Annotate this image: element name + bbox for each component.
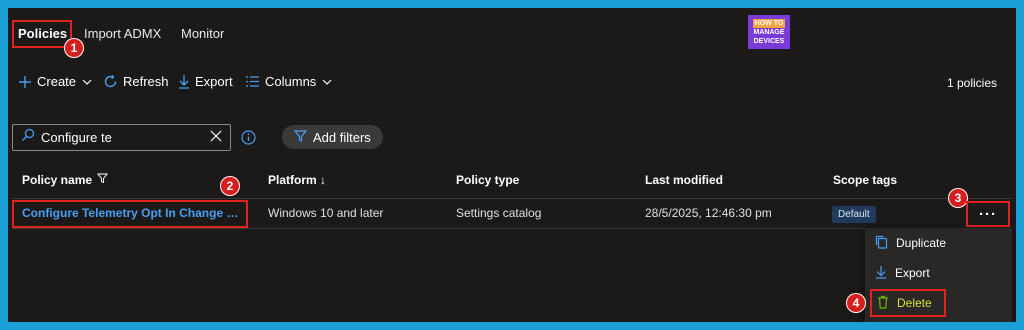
columns-button[interactable]: Columns <box>245 74 333 89</box>
download-icon <box>178 74 190 89</box>
step-3-badge: 3 <box>948 188 968 208</box>
column-header-scope-tags[interactable]: Scope tags <box>833 173 897 187</box>
plus-icon <box>18 75 32 89</box>
scope-tag-badge: Default <box>832 206 876 223</box>
more-actions-button[interactable]: ··· <box>966 201 1010 227</box>
search-input[interactable] <box>41 130 191 145</box>
column-header-policy-type[interactable]: Policy type <box>456 173 519 187</box>
create-label: Create <box>37 74 77 89</box>
step-4-badge: 4 <box>846 293 866 313</box>
export-menu-label: Export <box>895 266 930 280</box>
export-button[interactable]: Export <box>178 74 233 89</box>
policy-name-header-label: Policy name <box>22 173 93 187</box>
context-menu: Duplicate Export Delete <box>865 228 1012 322</box>
delete-label: Delete <box>897 296 932 310</box>
header-divider <box>12 198 1012 199</box>
cell-platform: Windows 10 and later <box>268 206 384 220</box>
chevron-down-icon <box>321 76 333 88</box>
duplicate-icon <box>875 235 888 252</box>
column-header-policy-name[interactable]: Policy name <box>22 173 109 187</box>
tab-import-admx[interactable]: Import ADMX <box>84 26 161 41</box>
htmd-logo: HOW TO MANAGE DEVICES <box>748 15 790 49</box>
export-label: Export <box>195 74 233 89</box>
columns-icon <box>245 75 260 88</box>
logo-line-2: MANAGE <box>753 28 785 36</box>
refresh-button[interactable]: Refresh <box>103 74 169 89</box>
clear-icon[interactable] <box>210 129 222 147</box>
info-icon[interactable] <box>241 130 256 150</box>
search-box[interactable] <box>12 124 231 151</box>
trash-icon <box>877 295 889 312</box>
policy-name-link[interactable]: Configure Telemetry Opt In Change Notifi… <box>22 206 244 220</box>
step-2-badge: 2 <box>220 176 240 196</box>
logo-line-3: DEVICES <box>753 37 785 45</box>
column-header-last-modified[interactable]: Last modified <box>645 173 723 187</box>
filter-icon <box>97 173 109 187</box>
policies-panel: Policies 1 Import ADMX Monitor HOW TO MA… <box>8 8 1016 322</box>
add-filters-label: Add filters <box>313 129 371 145</box>
refresh-label: Refresh <box>123 74 169 89</box>
menu-item-delete[interactable]: Delete <box>870 289 946 317</box>
tab-policies[interactable]: Policies <box>18 26 67 41</box>
cell-last-modified: 28/5/2025, 12:46:30 pm <box>645 206 772 220</box>
add-filters-button[interactable]: Add filters <box>282 125 383 149</box>
duplicate-label: Duplicate <box>896 236 947 250</box>
chevron-down-icon <box>81 76 93 88</box>
filter-icon <box>293 129 308 145</box>
columns-label: Columns <box>265 74 317 89</box>
step-1-badge: 1 <box>64 38 84 58</box>
search-icon <box>21 128 35 147</box>
row-divider <box>12 228 1012 229</box>
download-icon <box>875 265 887 282</box>
more-icon: ··· <box>979 205 997 223</box>
menu-item-duplicate[interactable]: Duplicate <box>865 228 1012 258</box>
create-button[interactable]: Create <box>18 74 93 89</box>
menu-item-export[interactable]: Export <box>865 258 1012 288</box>
column-header-platform[interactable]: Platform ↓ <box>268 173 326 187</box>
policy-count: 1 policies <box>946 76 997 90</box>
logo-line-1: HOW TO <box>752 18 786 28</box>
refresh-icon <box>103 74 118 89</box>
cell-policy-type: Settings catalog <box>456 206 542 220</box>
tab-monitor[interactable]: Monitor <box>181 26 224 41</box>
